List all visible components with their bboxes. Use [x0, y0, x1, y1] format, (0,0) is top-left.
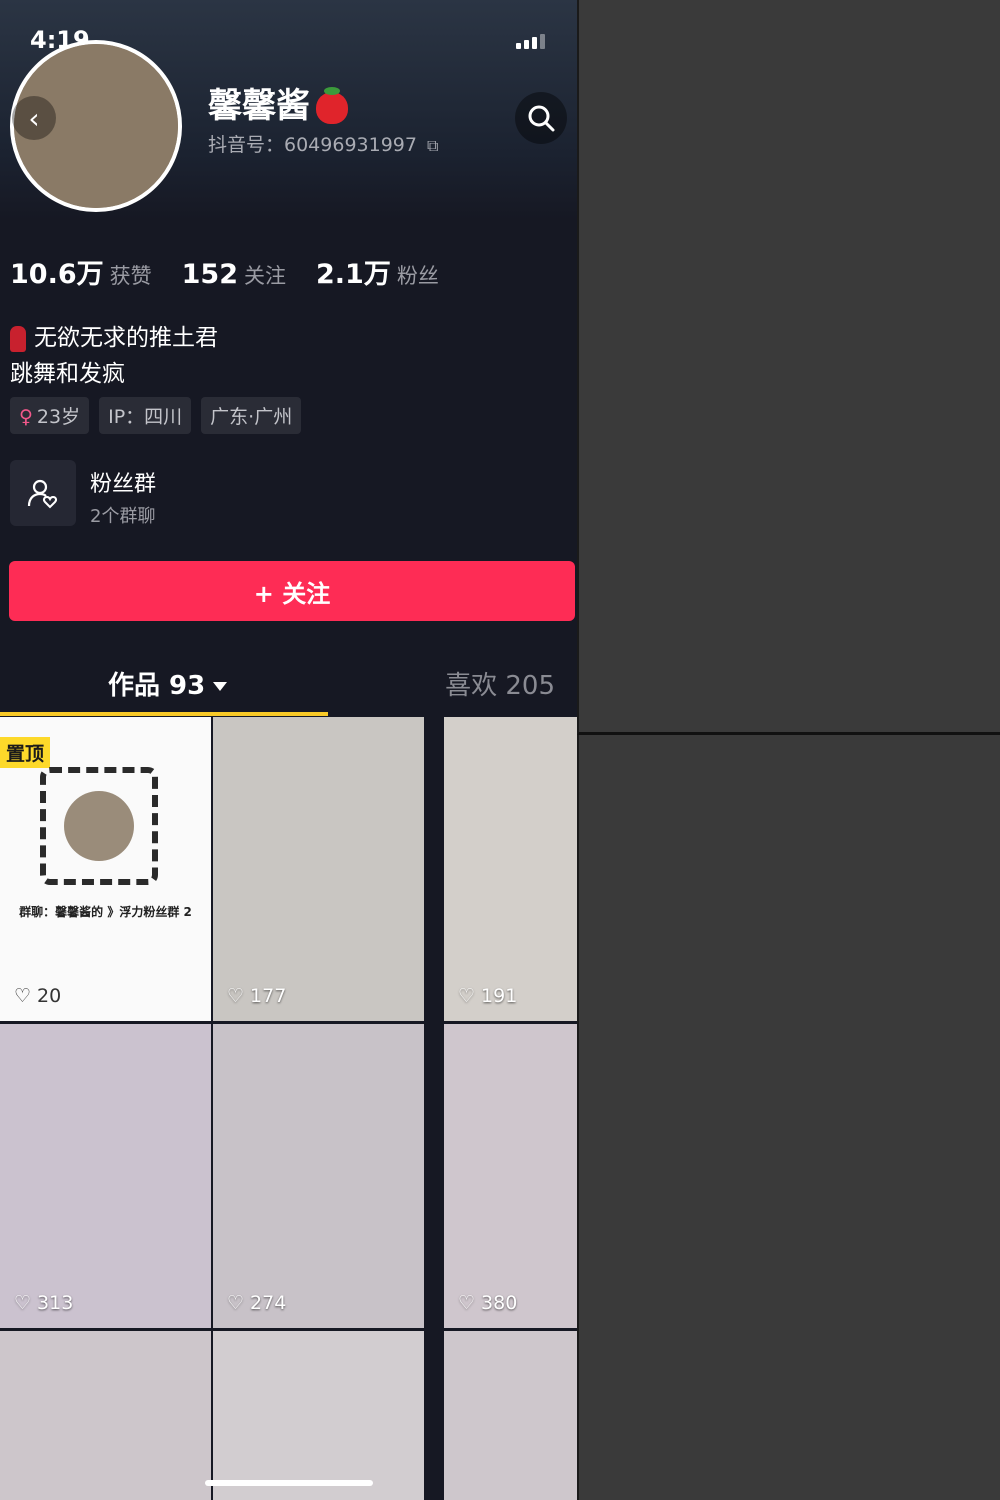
profile-stats: 10.6万 获赞 152 关注 2.1万 粉丝: [10, 252, 439, 291]
stat-likes[interactable]: 10.6万 获赞: [10, 252, 152, 291]
like-count: 20: [37, 985, 62, 1007]
ribbon-icon: [10, 325, 26, 352]
video-tile-1[interactable]: 置顶 群聊：馨馨酱的 》浮力粉丝群 2 ♡ 20: [0, 717, 211, 1021]
user-heart-icon: [27, 479, 58, 509]
heart-icon: ♡: [227, 985, 245, 1007]
tab-works[interactable]: 作品 93: [108, 665, 228, 702]
heart-icon: ♡: [14, 985, 32, 1007]
profile-tags: ♀ 23岁 IP：四川 广东·广州: [10, 397, 302, 434]
fan-group-subtitle: 2个群聊: [90, 506, 156, 527]
video-tile-8[interactable]: [213, 1331, 424, 1500]
profile-screen: 4:19 ‹ 馨馨酱 抖音号：60496931997 ⧉ 10.6万 获赞 152…: [0, 0, 577, 1500]
bio-text: 无欲无求的推土君: [34, 325, 218, 351]
heart-icon: ♡: [458, 985, 476, 1007]
photo-placeholder-bottom: [577, 735, 1000, 1500]
stat-value: 10.6万: [10, 259, 104, 290]
chevron-left-icon: ‹: [28, 101, 40, 135]
stat-value: 2.1万: [316, 259, 391, 290]
tab-works-label: 作品 93: [108, 671, 206, 701]
fan-group-entry[interactable]: 粉丝群 2个群聊: [10, 460, 570, 530]
tab-likes[interactable]: 喜欢 205: [445, 665, 555, 702]
video-tile-2[interactable]: ♡ 177: [213, 717, 424, 1021]
video-likes: ♡ 191: [458, 985, 517, 1007]
video-tile-6[interactable]: ♡ 380: [444, 1024, 577, 1328]
video-likes: ♡ 177: [227, 985, 286, 1007]
heart-icon: ♡: [458, 1292, 476, 1314]
heart-icon: ♡: [14, 1292, 32, 1314]
pinned-badge: 置顶: [0, 737, 51, 768]
tag-text: 23岁: [36, 406, 81, 428]
video-tile-3[interactable]: ♡ 191: [444, 717, 577, 1021]
tag-age: ♀ 23岁: [10, 397, 90, 434]
profile-tabs: 作品 93 喜欢 205: [0, 655, 577, 717]
video-tile-7[interactable]: [0, 1331, 211, 1500]
fan-group-icon-box: [10, 460, 76, 526]
stat-following[interactable]: 152 关注: [182, 259, 286, 290]
nickname-text: 馨馨酱: [208, 86, 310, 126]
home-indicator: [205, 1480, 373, 1486]
tab-indicator: [0, 712, 328, 716]
profile-nickname: 馨馨酱: [208, 78, 348, 127]
back-button[interactable]: ‹: [12, 96, 56, 140]
bio-line-2: 跳舞和发疯: [10, 361, 125, 387]
search-icon: [528, 105, 555, 132]
qr-avatar: [64, 791, 134, 861]
stat-label: 关注: [244, 264, 286, 288]
video-tile-4[interactable]: ♡ 313: [0, 1024, 211, 1328]
signal-icon: [516, 34, 545, 49]
video-tile-9[interactable]: [444, 1331, 577, 1500]
heart-icon: ♡: [227, 1292, 245, 1314]
copy-icon[interactable]: ⧉: [427, 136, 438, 155]
search-button[interactable]: [515, 92, 567, 144]
like-count: 274: [250, 1292, 287, 1314]
like-count: 313: [37, 1292, 74, 1314]
video-likes: ♡ 20: [14, 985, 61, 1007]
video-likes: ♡ 380: [458, 1292, 517, 1314]
like-count: 177: [250, 985, 287, 1007]
qr-caption: 群聊：馨馨酱的 》浮力粉丝群 2: [19, 905, 192, 919]
follow-button[interactable]: + 关注: [9, 561, 575, 621]
strawberry-icon: [316, 86, 348, 124]
stat-label: 获赞: [109, 264, 152, 288]
stat-followers[interactable]: 2.1万 粉丝: [316, 252, 439, 291]
photo-placeholder-top: [577, 0, 1000, 735]
stat-value: 152: [181, 259, 238, 290]
douyin-id[interactable]: 抖音号：60496931997 ⧉: [208, 130, 438, 157]
tag-ip: IP：四川: [99, 397, 192, 434]
like-count: 191: [481, 985, 518, 1007]
stat-label: 粉丝: [396, 264, 439, 288]
video-likes: ♡ 313: [14, 1292, 73, 1314]
video-likes: ♡ 274: [227, 1292, 286, 1314]
fan-group-title: 粉丝群: [90, 472, 157, 497]
like-count: 380: [481, 1292, 518, 1314]
tag-location: 广东·广州: [201, 397, 302, 434]
video-tile-5[interactable]: ♡ 274: [213, 1024, 424, 1328]
douyin-id-text: 抖音号：60496931997: [208, 134, 417, 156]
female-icon: ♀: [19, 406, 33, 428]
caret-down-icon: [213, 682, 228, 691]
bio-line-1: 无欲无求的推土君: [10, 318, 218, 352]
